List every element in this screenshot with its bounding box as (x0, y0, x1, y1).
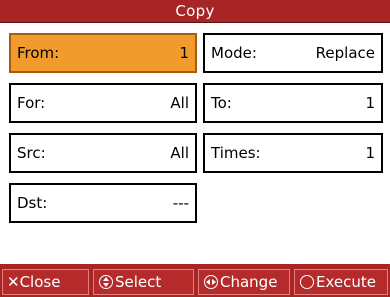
parameter-panel: From: 1 Mode: Replace For: All To: 1 Src… (0, 23, 390, 264)
circle-icon (300, 275, 314, 289)
times-value: 1 (365, 144, 375, 162)
cross-icon: ✕ (7, 273, 20, 291)
dst-value: --- (172, 194, 189, 212)
execute-label: Execute (316, 273, 376, 291)
select-button[interactable]: Select (93, 269, 194, 295)
from-value: 1 (179, 44, 189, 62)
up-down-dial-icon (99, 275, 113, 289)
window-title: Copy (175, 2, 215, 20)
change-button[interactable]: Change (198, 269, 290, 295)
change-label: Change (220, 273, 278, 291)
times-field[interactable]: Times: 1 (203, 133, 383, 173)
to-label: To: (211, 94, 232, 112)
mode-field[interactable]: Mode: Replace (203, 33, 383, 73)
src-field[interactable]: Src: All (9, 133, 197, 173)
to-field[interactable]: To: 1 (203, 83, 383, 123)
times-label: Times: (211, 144, 261, 162)
for-label: For: (17, 94, 46, 112)
close-button[interactable]: ✕Close (2, 269, 89, 295)
mode-value: Replace (315, 44, 375, 62)
dst-label: Dst: (17, 194, 48, 212)
title-bar: Copy (0, 0, 390, 23)
from-label: From: (17, 44, 60, 62)
src-value: All (170, 144, 189, 162)
to-value: 1 (365, 94, 375, 112)
mode-label: Mode: (211, 44, 257, 62)
execute-button[interactable]: Execute (294, 269, 388, 295)
dst-field[interactable]: Dst: --- (9, 183, 197, 223)
from-field[interactable]: From: 1 (9, 33, 197, 73)
src-label: Src: (17, 144, 46, 162)
select-label: Select (115, 273, 162, 291)
footer-bar: ✕Close Select Change Execute (0, 264, 390, 297)
close-label: Close (19, 273, 61, 291)
copy-screen: Copy From: 1 Mode: Replace For: All To: … (0, 0, 390, 297)
for-value: All (170, 94, 189, 112)
left-right-dial-icon (204, 275, 218, 289)
for-field[interactable]: For: All (9, 83, 197, 123)
